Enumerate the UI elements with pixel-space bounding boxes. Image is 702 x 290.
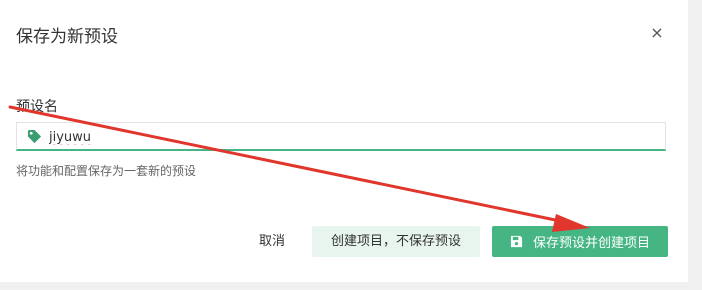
preset-name-input[interactable]: [49, 127, 649, 147]
tag-icon: [27, 129, 42, 144]
create-without-saving-button[interactable]: 创建项目，不保存预设: [312, 226, 480, 257]
preset-name-field[interactable]: [16, 122, 666, 151]
dialog-title: 保存为新预设: [16, 27, 118, 47]
cancel-button[interactable]: 取消: [246, 226, 298, 257]
close-icon[interactable]: ×: [648, 24, 666, 42]
preset-name-label: 预设名: [16, 99, 58, 115]
save-preset-dialog: 保存为新预设 × 预设名 将功能和配置保存为一套新的预设 取消 创建项目，不保存…: [0, 0, 688, 282]
save-and-create-label: 保存预设并创建项目: [532, 236, 650, 251]
floppy-disk-icon: [510, 235, 523, 248]
save-and-create-button[interactable]: 保存预设并创建项目: [492, 226, 668, 257]
preset-hint-text: 将功能和配置保存为一套新的预设: [16, 164, 197, 178]
